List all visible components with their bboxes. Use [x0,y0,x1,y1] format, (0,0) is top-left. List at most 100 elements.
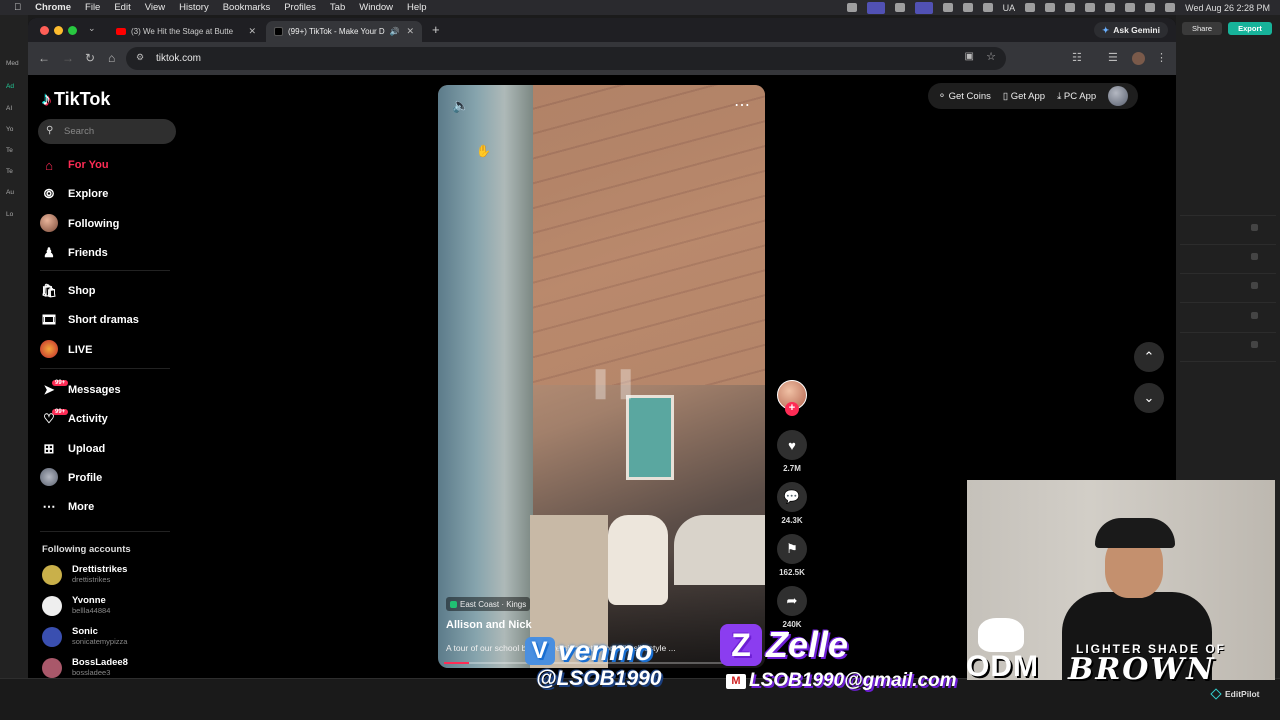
close-tab-icon[interactable]: ✕ [248,26,256,37]
menubar-clock[interactable]: Wed Aug 26 2:28 PM [1185,3,1270,13]
share-button[interactable]: ➦ 240K [777,586,807,629]
video-author[interactable]: Allison and Nick [446,619,532,631]
tray-app-icon[interactable] [894,3,905,12]
battery-icon[interactable] [1085,3,1096,12]
install-app-icon[interactable]: ▣ [965,51,974,62]
menu-bookmarks[interactable]: Bookmarks [223,2,271,13]
extensions-icon[interactable]: ☷ [1072,51,1082,64]
menu-view[interactable]: View [145,2,165,13]
panel-toggle[interactable] [1251,282,1258,289]
ask-gemini-button[interactable]: ✦ Ask Gemini [1094,22,1168,38]
nav-live[interactable]: LIVE [40,339,92,361]
new-tab-icon[interactable]: + [432,22,440,37]
nav-more[interactable]: ⋯ More [40,496,95,518]
panel-toggle[interactable] [1251,253,1258,260]
tray-screen-record-icon[interactable] [866,1,885,14]
comment-button[interactable]: 💬 24.3K [777,482,807,525]
share-button[interactable]: Share [1182,22,1222,35]
nav-profile[interactable]: Profile [40,467,102,489]
apple-menu-icon[interactable]:  [14,2,21,13]
follow-plus-icon[interactable]: + [785,402,799,416]
nav-shop[interactable]: 🛍 Shop [40,280,96,302]
browser-menu-icon[interactable]: ⋮ [1156,51,1167,64]
previous-video-button[interactable]: ⌃ [1134,342,1164,372]
menu-edit[interactable]: Edit [114,2,130,13]
minimize-window-button[interactable] [54,26,63,35]
tray-app-icon[interactable] [962,3,973,12]
get-coins-button[interactable]: ⚬ Get Coins [938,91,991,102]
menu-file[interactable]: File [85,2,100,13]
bag-icon: 🛍 [40,283,58,298]
zoom-window-button[interactable] [68,26,77,35]
forward-icon[interactable]: → [62,51,74,65]
panel-toggle[interactable] [1251,224,1258,231]
search-icon[interactable] [1125,3,1136,12]
input-language[interactable]: UA [1003,3,1016,13]
like-button[interactable]: ♥ 2.7M [777,430,807,473]
nav-messages[interactable]: ➤ 99+ Messages [40,379,121,401]
tray-grid-icon[interactable] [942,3,953,12]
panel-toggle[interactable] [1251,341,1258,348]
following-account[interactable]: Sonic sonicatemypizza [42,624,127,650]
menu-help[interactable]: Help [407,2,427,13]
tab-search-chevron-icon[interactable]: ⌄ [88,23,96,34]
location-tag[interactable]: East Coast · Kings [446,597,531,611]
nav-label: Shop [68,285,96,297]
nav-following[interactable]: Following [40,213,119,235]
menu-history[interactable]: History [179,2,209,13]
panel-toggle[interactable] [1251,312,1258,319]
following-account[interactable]: Drettistrikes drettistrikes [42,562,127,588]
nav-activity[interactable]: ♡ 99+ Activity [40,408,108,430]
bell-icon: ♡ 99+ [40,409,69,427]
tab-audio-icon[interactable]: 🔊 [390,27,400,36]
video-more-icon[interactable]: ⋯ [734,95,751,115]
tray-app-icon[interactable] [982,3,993,12]
editpilot-brand[interactable]: EditPilot [1210,688,1259,700]
profile-avatar[interactable] [1132,52,1145,65]
reload-icon[interactable]: ↻ [85,51,95,65]
close-window-button[interactable] [40,26,49,35]
tray-play-icon[interactable] [1045,3,1056,12]
save-button[interactable]: ⚑ 162.5K [777,534,807,577]
nav-friends[interactable]: ♟ Friends [40,242,108,264]
close-tab-icon[interactable]: ✕ [406,26,414,37]
tab-title: (3) We Hit the Stage at Butte [131,27,234,36]
nav-label: Explore [68,188,109,200]
bluetooth-icon[interactable] [1065,3,1076,12]
pc-app-button[interactable]: ⤓ PC App [1057,91,1096,102]
get-app-button[interactable]: ▯ Get App [1003,91,1045,102]
following-account[interactable]: BossLadee8 bossladee3 [42,655,128,678]
nav-explore[interactable]: ⦾ Explore [40,183,109,205]
menu-chrome[interactable]: Chrome [35,2,71,13]
search-input[interactable]: ⚲ Search [38,119,176,144]
next-video-button[interactable]: ⌄ [1134,383,1164,413]
tray-window-icon[interactable] [914,1,933,14]
nav-upload[interactable]: ⊞ Upload [40,438,106,460]
back-icon[interactable]: ← [38,51,50,65]
home-icon[interactable]: ⌂ [108,51,115,65]
address-bar[interactable]: ⚙ tiktok.com ▣ ☆ [126,47,1006,70]
menu-tab[interactable]: Tab [330,2,345,13]
export-button[interactable]: Export [1228,22,1272,35]
nav-for-you[interactable]: ⌂ For You [40,154,108,176]
menu-profiles[interactable]: Profiles [284,2,316,13]
media-controls-icon[interactable]: ☰ [1108,51,1118,64]
tray-app-icon[interactable] [1025,3,1036,12]
site-info-icon[interactable]: ⚙ [136,52,144,63]
location-text: East Coast · Kings [460,599,527,609]
wifi-icon[interactable] [1105,3,1116,12]
tab-tiktok[interactable]: (99+) TikTok - Make Your D 🔊 ✕ [266,21,422,42]
video-player[interactable]: 🔈 ⋯ ❚❚ East Coast · Kings Allison and Ni… [438,85,765,668]
control-center-icon[interactable] [1145,3,1156,12]
tab-youtube[interactable]: (3) We Hit the Stage at Butte ✕ [108,21,264,42]
bookmark-star-icon[interactable]: ☆ [986,50,996,63]
tiktok-logo[interactable]: ♪ TikTok [42,89,110,110]
nav-short-dramas[interactable]: 🎞 Short dramas [40,309,139,331]
avatar [42,565,62,585]
volume-icon[interactable]: 🔈 [452,97,469,114]
menu-window[interactable]: Window [359,2,393,13]
tray-app-icon[interactable] [846,3,857,12]
following-account[interactable]: Yvonne bellla44884 [42,593,110,619]
siri-icon[interactable] [1165,3,1176,12]
avatar[interactable] [1108,86,1129,106]
